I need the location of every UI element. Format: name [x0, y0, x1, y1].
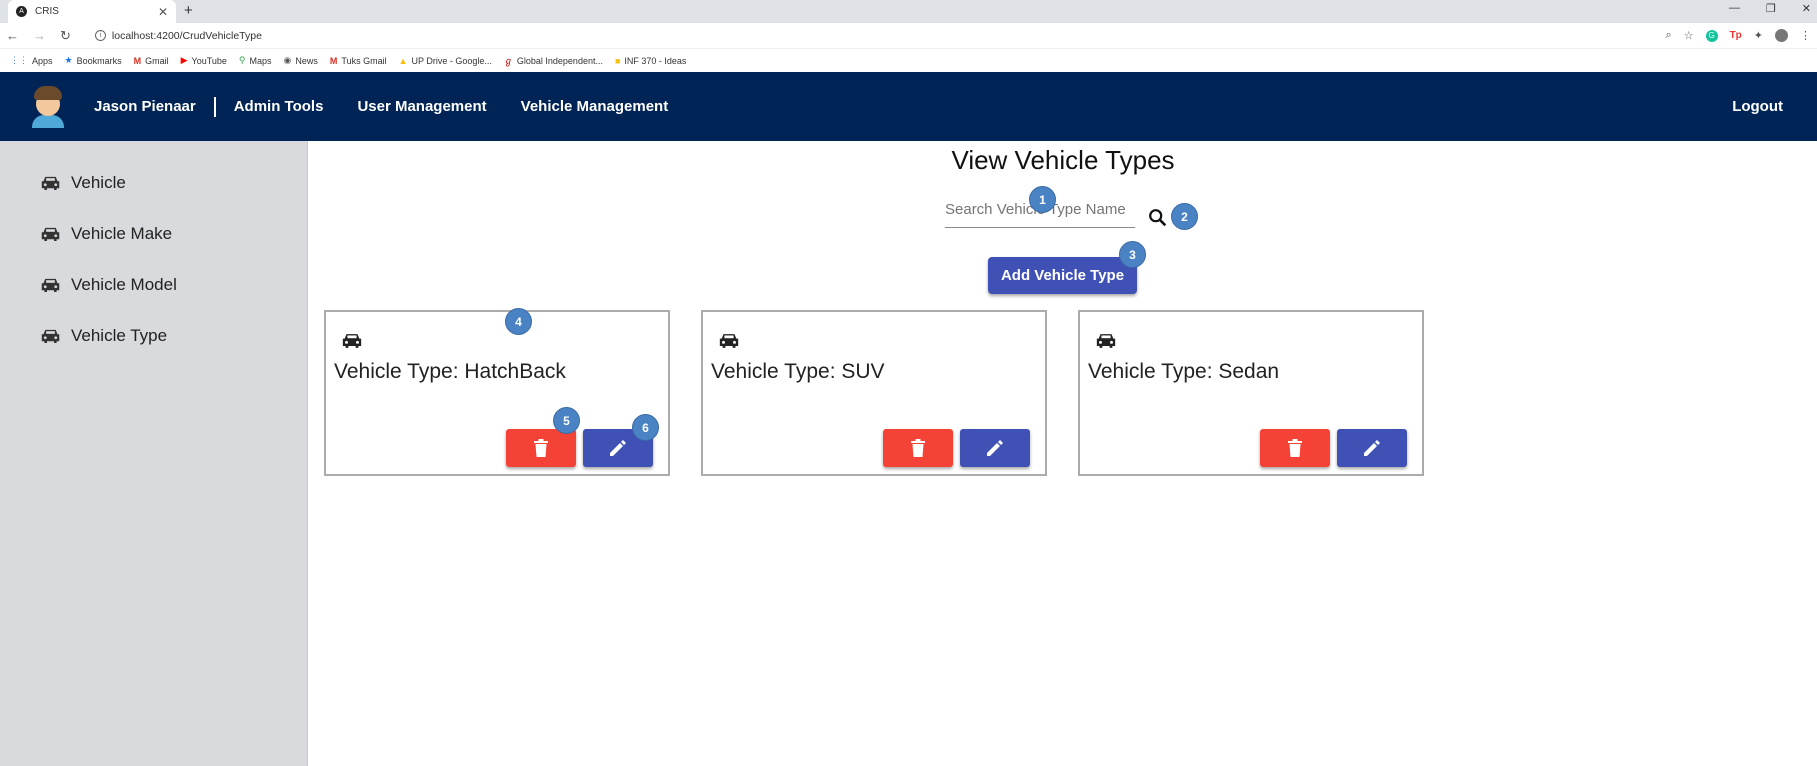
nav-user-management[interactable]: User Management	[357, 98, 486, 115]
minimize-icon[interactable]: —	[1729, 2, 1740, 15]
url-text: localhost:4200/CrudVehicleType	[111, 29, 262, 42]
browser-tab-strip: A CRIS ✕ + — ❐ ✕	[0, 0, 1817, 23]
address-bar: ← → ↻ i localhost:4200/CrudVehicleType ⌕…	[0, 23, 1817, 49]
nav-admin-tools[interactable]: Admin Tools	[234, 98, 324, 115]
gmail-icon: M	[329, 55, 338, 66]
sidebar-item-vehicle[interactable]: Vehicle	[0, 157, 307, 208]
delete-button[interactable]	[506, 429, 576, 467]
globe-icon: ◉	[283, 55, 292, 65]
logout-link[interactable]: Logout	[1732, 98, 1783, 115]
bookmarks-bar: ⋮⋮ Apps ★ Bookmarks M Gmail ▶ YouTube ⚲ Maps …	[0, 49, 1817, 72]
back-icon[interactable]: ←	[6, 28, 19, 43]
bookmark-item[interactable]: ◉ News	[284, 55, 318, 66]
site-icon: ℊ	[503, 56, 513, 66]
bookmark-item[interactable]: ▲ UP Drive - Google...	[399, 56, 492, 66]
user-avatar	[30, 85, 66, 128]
tab-title: CRIS	[35, 6, 59, 17]
edit-button[interactable]	[1337, 429, 1407, 467]
card-title: Vehicle Type: HatchBack	[334, 360, 566, 383]
browser-tab[interactable]: A CRIS ✕	[8, 0, 176, 23]
sidebar-item-label: Vehicle Model	[71, 274, 177, 294]
star-icon: ★	[64, 55, 73, 65]
bookmark-item[interactable]: ★ Bookmarks	[65, 55, 122, 66]
folder-icon: ■	[614, 55, 621, 66]
nav-vehicle-management[interactable]: Vehicle Management	[521, 98, 669, 115]
page-title: View Vehicle Types	[951, 145, 1175, 175]
car-icon	[41, 227, 60, 241]
card-title: Vehicle Type: Sedan	[1088, 360, 1280, 383]
grammarly-extension-icon[interactable]: G	[1705, 29, 1718, 42]
trash-icon	[1288, 439, 1302, 457]
maps-pin-icon: ⚲	[238, 55, 246, 65]
vehicle-type-card: Vehicle Type: SUV	[701, 310, 1047, 476]
nav-divider	[213, 96, 216, 117]
sidebar-item-label: Vehicle Type	[71, 325, 168, 345]
car-icon	[41, 278, 60, 292]
new-tab-button[interactable]: +	[184, 2, 193, 19]
site-info-icon[interactable]: i	[94, 30, 106, 41]
vehicle-type-card: Vehicle Type: Sedan	[1078, 310, 1424, 476]
callout-badge: 4	[505, 308, 532, 335]
main-content: View Vehicle Types Add Vehicle Type Vehi…	[309, 141, 1817, 766]
bookmark-item[interactable]: ⚲ Maps	[239, 55, 272, 66]
reload-icon[interactable]: ↻	[60, 28, 71, 44]
window-controls: — ❐ ✕	[1729, 2, 1811, 15]
browser-menu-icon[interactable]: ⋮	[1800, 29, 1811, 42]
restore-icon[interactable]: ❐	[1766, 2, 1776, 15]
vehicle-type-card: Vehicle Type: HatchBack	[324, 310, 670, 476]
bookmark-item[interactable]: M Gmail	[134, 56, 169, 66]
youtube-icon: ▶	[180, 55, 188, 65]
sidebar-item-vehicle-model[interactable]: Vehicle Model	[0, 259, 307, 310]
sidebar-item-vehicle-type[interactable]: Vehicle Type	[0, 310, 307, 361]
pencil-icon	[1364, 440, 1380, 456]
bookmark-item[interactable]: ■ INF 370 - Ideas	[615, 56, 686, 66]
angular-favicon-icon: A	[16, 6, 27, 17]
car-icon	[1096, 334, 1116, 348]
bookmark-item[interactable]: ⋮⋮ Apps	[10, 55, 53, 66]
gmail-icon: M	[133, 55, 142, 66]
profile-avatar-icon[interactable]	[1775, 29, 1788, 42]
drive-icon: ▲	[398, 55, 408, 66]
url-field[interactable]: i localhost:4200/CrudVehicleType	[94, 29, 1652, 42]
pencil-icon	[610, 440, 626, 456]
bookmark-item[interactable]: ▶ YouTube	[181, 55, 227, 66]
bookmark-item[interactable]: M Tuks Gmail	[330, 56, 387, 66]
callout-badge: 5	[553, 407, 580, 434]
sidebar-item-label: Vehicle Make	[71, 223, 173, 243]
card-title: Vehicle Type: SUV	[711, 360, 885, 383]
pencil-icon	[987, 440, 1003, 456]
callout-badge: 2	[1171, 203, 1198, 230]
nav-user-name: Jason Pienaar	[94, 98, 196, 115]
trash-icon	[534, 439, 548, 457]
search-icon[interactable]	[1147, 207, 1169, 229]
bookmark-item[interactable]: ℊ Global Independent...	[504, 54, 603, 67]
browser-toolbar-right: ⌕ ☆ G Tp ✦ ⋮	[1666, 29, 1811, 42]
apps-grid-icon: ⋮⋮	[10, 55, 28, 65]
sidebar: Vehicle Vehicle Make Vehicle Model Vehic…	[0, 141, 308, 766]
forward-icon[interactable]: →	[33, 28, 46, 43]
delete-button[interactable]	[1260, 429, 1330, 467]
close-window-icon[interactable]: ✕	[1802, 2, 1811, 15]
extensions-puzzle-icon[interactable]: ✦	[1754, 29, 1763, 42]
add-vehicle-type-button[interactable]: Add Vehicle Type	[988, 257, 1137, 294]
car-icon	[719, 334, 739, 348]
callout-badge: 6	[632, 414, 659, 441]
car-icon	[41, 176, 60, 190]
app-navbar: Jason Pienaar Admin Tools User Managemen…	[0, 72, 1817, 141]
edit-button[interactable]	[960, 429, 1030, 467]
car-icon	[342, 334, 362, 348]
delete-button[interactable]	[883, 429, 953, 467]
trash-icon	[911, 439, 925, 457]
callout-badge: 1	[1029, 186, 1056, 213]
sidebar-item-vehicle-make[interactable]: Vehicle Make	[0, 208, 307, 259]
tp-extension-icon[interactable]: Tp	[1730, 30, 1742, 41]
zoom-icon[interactable]: ⌕	[1666, 29, 1672, 42]
bookmark-star-icon[interactable]: ☆	[1684, 29, 1694, 42]
sidebar-item-label: Vehicle	[71, 172, 126, 192]
callout-badge: 3	[1119, 241, 1146, 268]
car-icon	[41, 329, 60, 343]
tab-close-icon[interactable]: ✕	[158, 5, 168, 19]
